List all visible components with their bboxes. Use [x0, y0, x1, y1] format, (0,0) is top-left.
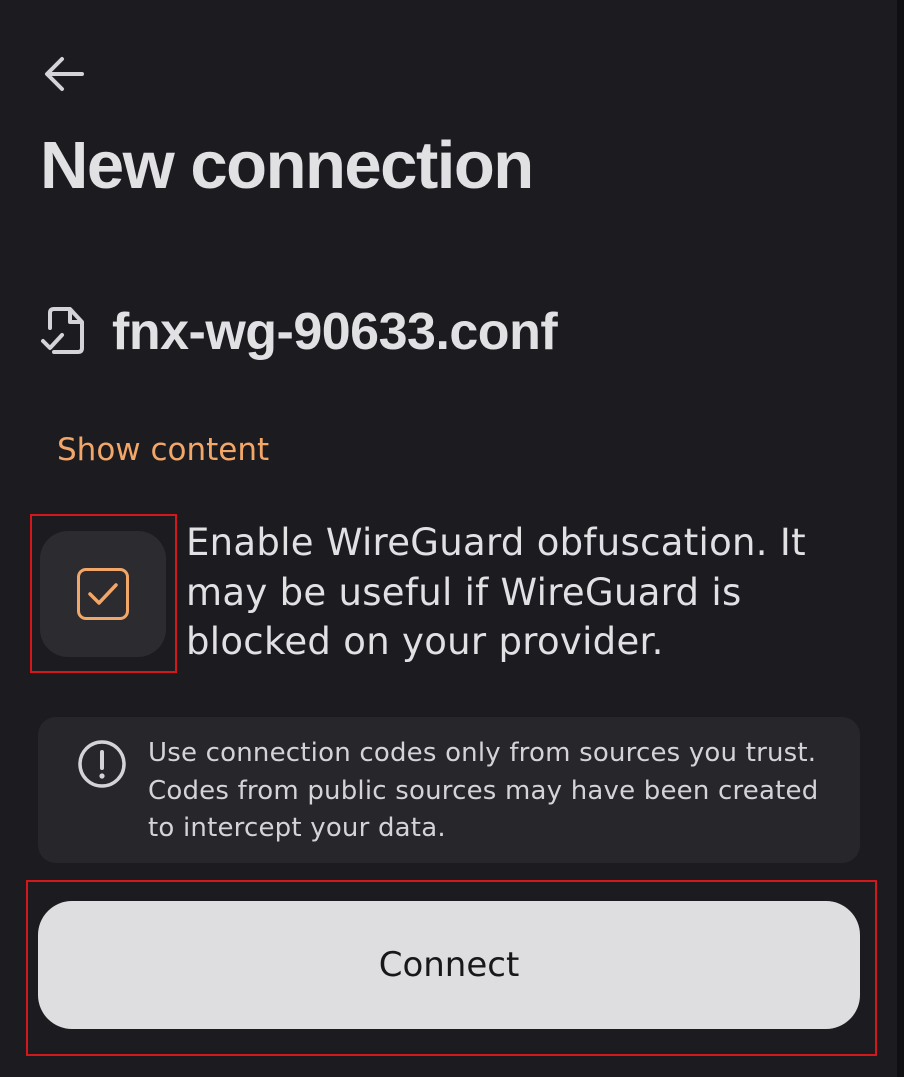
obfuscation-label: Enable WireGuard obfuscation. It may be … [186, 521, 806, 663]
check-icon [88, 583, 118, 605]
obfuscation-checkbox[interactable] [40, 531, 166, 657]
checkbox-box [77, 568, 129, 620]
warning-text: Use connection codes only from sources y… [148, 738, 819, 843]
screen-edge [897, 0, 904, 1077]
page-title: New connection [40, 128, 534, 203]
file-row: fnx-wg-90633.conf [40, 300, 558, 364]
show-content-link[interactable]: Show content [57, 432, 269, 468]
file-check-icon [40, 304, 88, 360]
back-button[interactable] [30, 40, 98, 108]
connect-button[interactable]: Connect [38, 901, 860, 1029]
arrow-left-icon [45, 57, 84, 91]
alert-circle-icon [76, 738, 128, 790]
file-name: fnx-wg-90633.conf [112, 303, 558, 361]
